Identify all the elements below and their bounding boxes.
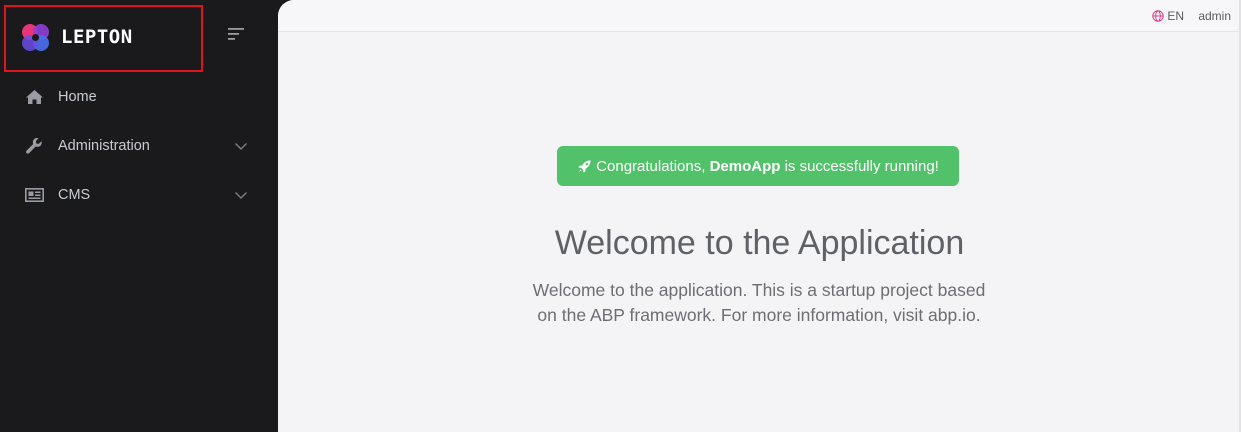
chevron-down-icon [235, 143, 247, 150]
brand-name: LEPTON [61, 26, 133, 48]
sidebar-item-home[interactable]: Home [0, 77, 278, 117]
main-content: EN admin Congratulations, DemoApp is suc… [278, 0, 1241, 432]
newspaper-icon [24, 185, 44, 205]
brand-logo-area[interactable]: LEPTON [4, 5, 203, 72]
top-toolbar: EN admin [278, 0, 1241, 32]
wrench-icon [24, 136, 44, 156]
sidebar-item-label: CMS [58, 187, 91, 203]
chevron-down-icon [235, 192, 247, 199]
lepton-logo-icon [22, 24, 49, 51]
alert-suffix: is successfully running! [780, 157, 939, 175]
app-name: DemoApp [709, 157, 781, 175]
language-code: EN [1167, 9, 1184, 23]
user-menu[interactable]: admin [1198, 9, 1231, 23]
sidebar-item-cms[interactable]: CMS [0, 175, 278, 215]
menu-toggle-icon[interactable] [228, 27, 246, 41]
sidebar-item-label: Administration [58, 138, 150, 154]
page-title: Welcome to the Application [554, 224, 965, 262]
globe-icon [1152, 10, 1165, 22]
success-alert: Congratulations, DemoApp is successfully… [557, 146, 959, 186]
welcome-description: Welcome to the application. This is a st… [532, 280, 986, 325]
home-icon [24, 87, 44, 107]
sidebar-item-administration[interactable]: Administration [0, 126, 278, 166]
alert-prefix: Congratulations, [596, 157, 710, 175]
sidebar-item-label: Home [58, 89, 97, 105]
language-selector[interactable]: EN [1152, 9, 1184, 23]
rocket-icon [578, 159, 591, 173]
sidebar: LEPTON Home Administration CMS [0, 0, 278, 432]
